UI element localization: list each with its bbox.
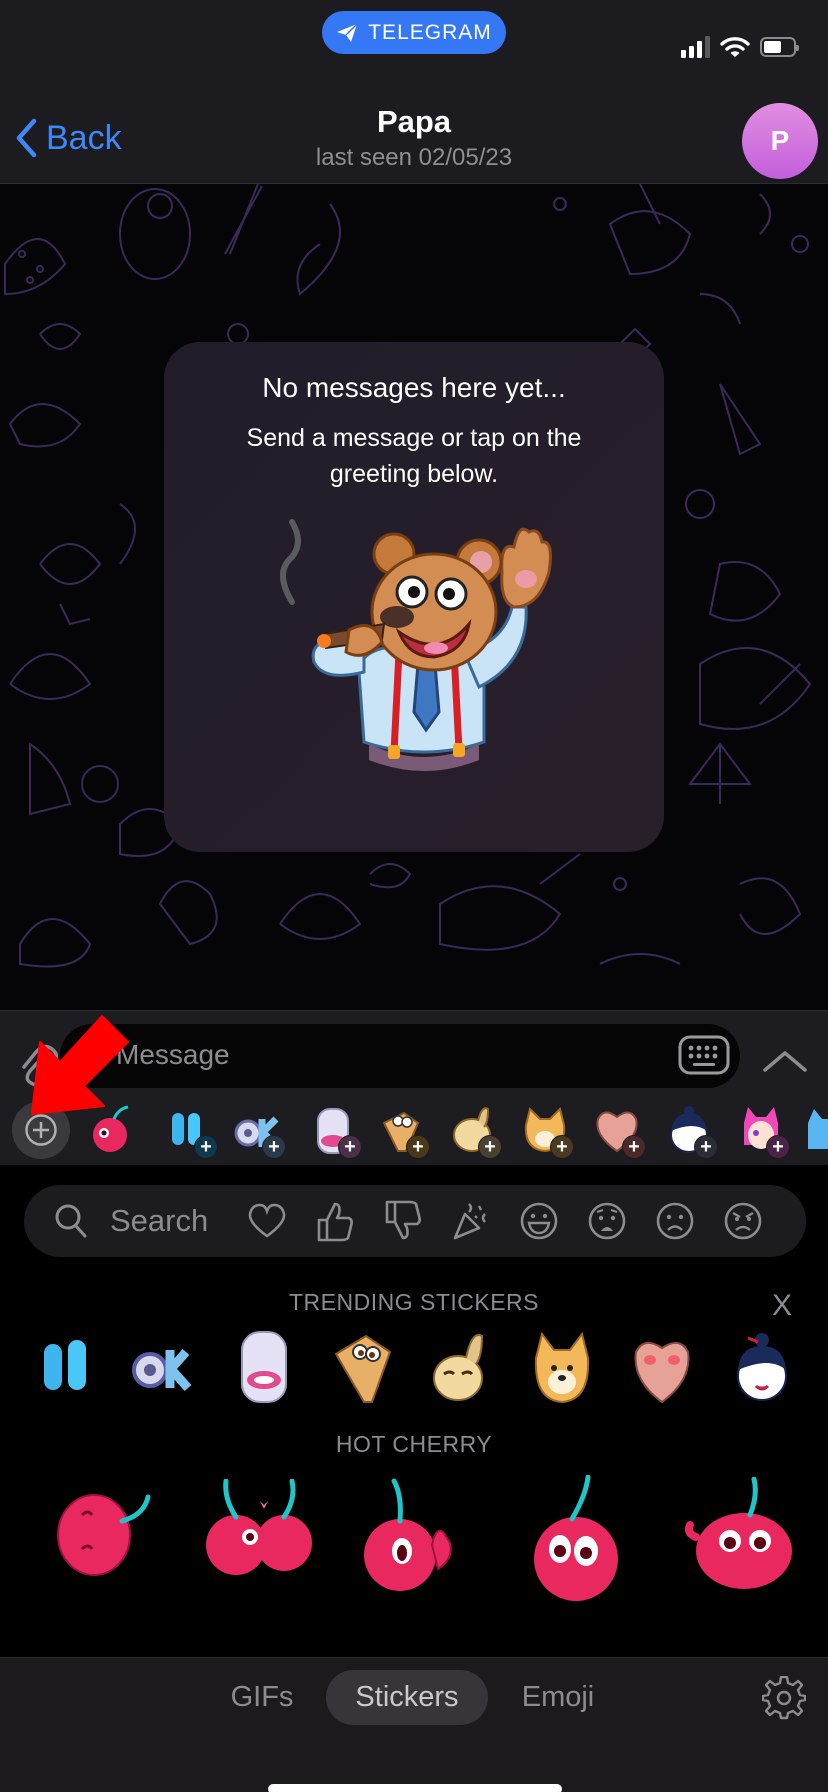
sticker-pack-panda-girl[interactable]: +: [664, 1105, 718, 1159]
frowning-face-filter-icon[interactable]: [652, 1198, 698, 1244]
wifi-icon: [720, 37, 750, 57]
chat-title[interactable]: Papa: [0, 104, 828, 140]
empty-chat-body: Send a message or tap on the greeting be…: [246, 424, 582, 488]
sticker-cherry-thumbs-up[interactable]: [356, 1475, 466, 1605]
battery-icon: [760, 37, 799, 57]
add-badge-icon: +: [694, 1135, 718, 1159]
trending-stickers-heading: TRENDING STICKERS: [288, 1289, 540, 1315]
add-badge-icon: +: [550, 1135, 574, 1159]
sticker-pack-white-blob[interactable]: +: [308, 1105, 362, 1159]
avatar[interactable]: P: [742, 103, 818, 179]
trending-stickers-row: [0, 1330, 828, 1410]
last-seen-status: last seen 02/05/23: [315, 144, 513, 171]
tab-gifs[interactable]: GIFs: [220, 1670, 304, 1725]
message-placeholder: Message: [116, 1039, 230, 1070]
telegram-app-pill[interactable]: TELEGRAM: [322, 11, 506, 54]
heart-filter-icon[interactable]: [244, 1198, 290, 1244]
sticker-pack-ok[interactable]: +: [232, 1105, 286, 1159]
search-icon: [55, 1204, 87, 1238]
add-badge-icon: +: [262, 1135, 286, 1159]
telegram-plane-icon: [337, 22, 358, 42]
add-badge-icon: +: [766, 1135, 790, 1159]
trending-sticker-panda-girl[interactable]: [730, 1330, 794, 1406]
anxious-face-filter-icon[interactable]: [584, 1198, 630, 1244]
cellular-signal-icon: [681, 36, 710, 58]
sticker-pack-blue-quote[interactable]: +: [164, 1105, 218, 1159]
sticker-pack-bunny[interactable]: +: [448, 1105, 502, 1159]
sticker-search-bar[interactable]: Search: [24, 1185, 806, 1257]
trending-sticker-white-blob[interactable]: [232, 1330, 296, 1406]
gear-icon[interactable]: [762, 1676, 806, 1720]
sticker-pack-pink-heart[interactable]: +: [592, 1105, 646, 1159]
add-badge-icon: +: [194, 1135, 218, 1159]
status-icons: [681, 36, 799, 58]
message-input[interactable]: Message: [60, 1024, 740, 1088]
trending-sticker-ok[interactable]: [128, 1330, 192, 1406]
sticker-cherry-happy[interactable]: [680, 1477, 800, 1597]
sticker-cherries-kissing[interactable]: [196, 1479, 326, 1589]
close-trending-button[interactable]: X: [772, 1289, 792, 1323]
trending-sticker-doge[interactable]: [530, 1330, 594, 1406]
party-popper-filter-icon[interactable]: [448, 1198, 494, 1244]
trending-sticker-dog-face[interactable]: [332, 1330, 396, 1406]
red-annotation-arrow-icon: [31, 1015, 129, 1115]
chat-area: No messages here yet... Send a message o…: [0, 184, 828, 1010]
add-badge-icon: +: [406, 1135, 430, 1159]
app-pill-label: TELEGRAM: [368, 20, 492, 44]
sticker-pack-blue-cat[interactable]: [806, 1105, 828, 1155]
thumbs-up-filter-icon[interactable]: [312, 1198, 358, 1244]
sticker-panel: Search TRENDING STICKERS X HOT CHERRY: [0, 1165, 828, 1657]
empty-chat-heading: No messages here yet...: [262, 372, 566, 403]
trending-sticker-pink-heart[interactable]: [630, 1330, 694, 1406]
sticker-pack-doge[interactable]: +: [520, 1105, 574, 1159]
tab-emoji[interactable]: Emoji: [510, 1670, 606, 1725]
sticker-cherry-surprised[interactable]: [526, 1475, 636, 1605]
sticker-cherry-sleepy[interactable]: [52, 1475, 162, 1585]
hot-cherry-heading: HOT CHERRY: [335, 1431, 493, 1457]
add-badge-icon: +: [622, 1135, 646, 1159]
sticker-panel-tabs: GIFs Stickers Emoji: [0, 1657, 828, 1792]
greeting-sticker-bear[interactable]: [264, 512, 564, 772]
thumbs-down-filter-icon[interactable]: [380, 1198, 426, 1244]
sticker-pack-pink-cat-girl[interactable]: +: [736, 1105, 790, 1159]
tab-stickers[interactable]: Stickers: [326, 1670, 488, 1725]
top-bar: TELEGRAM Back Papa last seen 02/05/23 P: [0, 0, 828, 184]
search-placeholder: Search: [110, 1203, 209, 1238]
keyboard-icon[interactable]: [678, 1035, 730, 1075]
empty-chat-card: No messages here yet... Send a message o…: [164, 342, 664, 852]
hot-cherry-stickers-grid: [0, 1475, 828, 1635]
sticker-pack-dog-face[interactable]: +: [376, 1105, 430, 1159]
grinning-face-filter-icon[interactable]: [516, 1198, 562, 1244]
add-badge-icon: +: [338, 1135, 362, 1159]
trending-sticker-blue-quote[interactable]: [34, 1330, 98, 1406]
home-indicator[interactable]: [268, 1784, 562, 1792]
chevron-up-icon[interactable]: [762, 1049, 808, 1073]
angry-face-filter-icon[interactable]: [720, 1198, 766, 1244]
add-badge-icon: +: [478, 1135, 502, 1159]
trending-sticker-bunny[interactable]: [428, 1330, 492, 1406]
